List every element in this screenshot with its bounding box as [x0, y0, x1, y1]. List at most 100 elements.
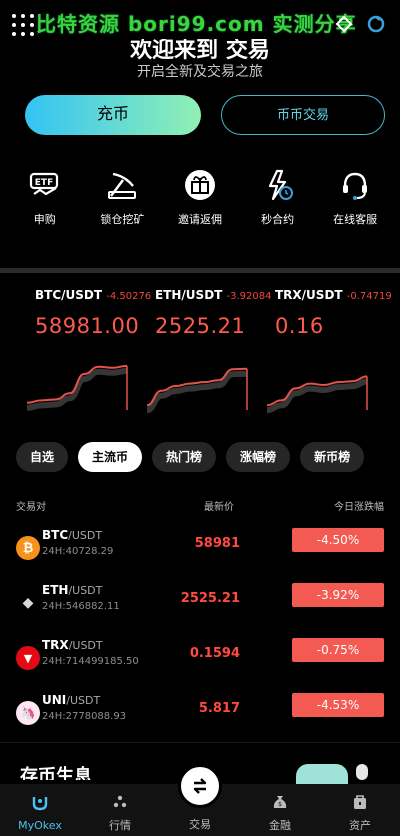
coin-quote: /USDT: [68, 529, 103, 542]
nav-label: 金融: [269, 819, 291, 832]
wallet-icon: [354, 795, 366, 809]
coin-change-badge[interactable]: -4.50%: [292, 528, 384, 552]
nav-label: MyOkex: [18, 819, 62, 832]
coin-volume: 24H:40728.29: [42, 546, 114, 557]
nav-trade-button[interactable]: [178, 764, 222, 808]
watermark-text: 比特资源 bori99.com 实测分享: [36, 12, 357, 36]
tab-mainstream[interactable]: 主流币: [78, 442, 143, 472]
coin-price: 58981: [194, 536, 240, 551]
menu-grid-icon[interactable]: [12, 14, 34, 36]
uni-logo-icon: 🦄: [16, 701, 40, 725]
coin-pair: UNI/USDT: [42, 693, 100, 707]
quick-item-label: 在线客服: [333, 213, 378, 226]
ticker-card-btc[interactable]: BTC/USDT -4.50276 58981.00: [26, 288, 159, 411]
coin-change-badge[interactable]: -4.53%: [292, 693, 384, 717]
top-bar: 欢迎来到 交易 比特资源 bori99.com 实测分享: [0, 0, 400, 63]
market-row-btc[interactable]: ₿ BTC/USDT 24H:40728.29 58981 -4.50%: [0, 528, 400, 578]
ticker-strip: BTC/USDT -4.50276 58981.00 ETH/USDT -3.9…: [0, 288, 400, 428]
ticker-sparkline: [26, 364, 128, 411]
tab-new-listings[interactable]: 新币榜: [300, 442, 365, 472]
ticker-change: -4.50276: [106, 291, 152, 302]
tab-hot[interactable]: 热门榜: [152, 442, 217, 472]
nav-market[interactable]: 行情: [80, 784, 160, 836]
section-divider: [0, 742, 400, 743]
coin-change-badge[interactable]: -3.92%: [292, 583, 384, 607]
coin-quote: /USDT: [68, 584, 103, 597]
ticker-price: 2525.21: [155, 314, 246, 338]
pickaxe-icon: [108, 172, 137, 199]
quick-item-support[interactable]: 在线客服: [322, 168, 388, 227]
coin-volume: 24H:2778088.93: [42, 711, 127, 722]
tab-gainers[interactable]: 涨幅榜: [226, 442, 291, 472]
coin-pair: TRX/USDT: [42, 638, 103, 652]
market-filter-tabs: 自选 主流币 热门榜 涨幅榜 新币榜: [16, 442, 400, 472]
nav-assets[interactable]: 资产: [320, 784, 400, 836]
market-row-trx[interactable]: ▼ TRX/USDT 24H:714499185.50 0.1594 -0.75…: [0, 638, 400, 688]
coin-pair: ETH/USDT: [42, 583, 102, 597]
coin-pair: BTC/USDT: [42, 528, 102, 542]
trx-logo-icon: ▼: [16, 646, 40, 670]
quick-menu: ETF 申购 锁仓挖矿 邀请返佣 秒合约 在线客服: [0, 168, 400, 227]
market-icon: [113, 795, 127, 808]
coin-base: BTC: [42, 528, 69, 542]
market-row-uni[interactable]: 🦄 UNI/USDT 24H:2778088.93 5.817 -4.53%: [0, 693, 400, 743]
lightning-clock-icon: [268, 169, 293, 201]
header-last-price: 最新价: [204, 502, 234, 513]
bottom-nav: MyOkex 行情 交易 $ 金融 资产: [0, 764, 400, 836]
ticker-sparkline: [266, 375, 368, 414]
quick-item-invite[interactable]: 邀请返佣: [167, 168, 233, 227]
header-change: 今日涨跌幅: [334, 502, 384, 513]
coin-volume: 24H:546882.11: [42, 601, 120, 612]
nav-label: 资产: [349, 819, 371, 832]
hero-subtitle: 开启全新及交易之旅: [137, 64, 263, 80]
quick-item-mining[interactable]: 锁仓挖矿: [89, 168, 155, 227]
ticker-pair-name: BTC/USDT: [35, 288, 103, 302]
ticker-price: 58981.00: [35, 314, 140, 338]
sparkline-shadow: [146, 370, 248, 414]
spot-trade-button[interactable]: 币币交易: [221, 95, 385, 135]
gift-icon: [184, 170, 215, 200]
header-pair: 交易对: [16, 502, 46, 513]
coin-base: TRX: [42, 638, 69, 652]
ticker-card-eth[interactable]: ETH/USDT -3.92084 2525.21: [146, 288, 279, 414]
coin-volume: 24H:714499185.50: [42, 656, 139, 667]
market-row-eth[interactable]: ◆ ETH/USDT 24H:546882.11 2525.21 -3.92%: [0, 583, 400, 633]
sparkline-shadow: [266, 378, 368, 414]
notification-icon[interactable]: [334, 14, 354, 38]
nav-trade-label[interactable]: 交易: [170, 816, 230, 832]
nav-home[interactable]: MyOkex: [0, 784, 80, 836]
sparkline-shadow: [26, 367, 128, 411]
etf-icon: ETF: [29, 172, 58, 196]
ticker-sparkline: [146, 367, 248, 414]
money-bag-icon: $: [273, 796, 287, 808]
ticker-pair: ETH/USDT -3.92084: [155, 288, 279, 302]
swap-icon: [193, 778, 207, 794]
coin-price: 5.817: [198, 701, 240, 716]
coin-change-badge[interactable]: -0.75%: [292, 638, 384, 662]
coin-price: 0.1594: [189, 646, 240, 661]
svg-text:ETF: ETF: [35, 178, 53, 188]
savings-illustration-badge: [356, 764, 368, 780]
home-logo-icon: [32, 797, 48, 811]
quick-item-label: 秒合约: [261, 213, 295, 226]
ticker-card-trx[interactable]: TRX/USDT -0.74719 0.16: [266, 288, 399, 414]
refresh-icon[interactable]: [366, 14, 386, 38]
btc-logo-icon: ₿: [16, 536, 40, 560]
eth-logo-icon: ◆: [16, 591, 40, 615]
nav-label: 行情: [109, 819, 131, 832]
tab-favorites[interactable]: 自选: [16, 442, 69, 472]
coin-base: ETH: [42, 583, 69, 597]
quick-item-label: 申购: [33, 213, 56, 226]
section-divider: [0, 268, 400, 273]
ticker-price: 0.16: [275, 314, 324, 338]
ticker-change: -0.74719: [346, 291, 392, 302]
nav-finance[interactable]: $ 金融: [240, 784, 320, 836]
coin-quote: /USDT: [66, 694, 101, 707]
ticker-pair-name: ETH/USDT: [155, 288, 223, 302]
deposit-button[interactable]: 充币: [25, 95, 201, 135]
coin-base: UNI: [42, 693, 67, 707]
quick-item-subscribe[interactable]: ETF 申购: [12, 168, 78, 227]
ticker-pair-name: TRX/USDT: [275, 288, 343, 302]
quick-item-label: 邀请返佣: [177, 213, 222, 226]
quick-item-seconds-contract[interactable]: 秒合约: [245, 168, 311, 227]
